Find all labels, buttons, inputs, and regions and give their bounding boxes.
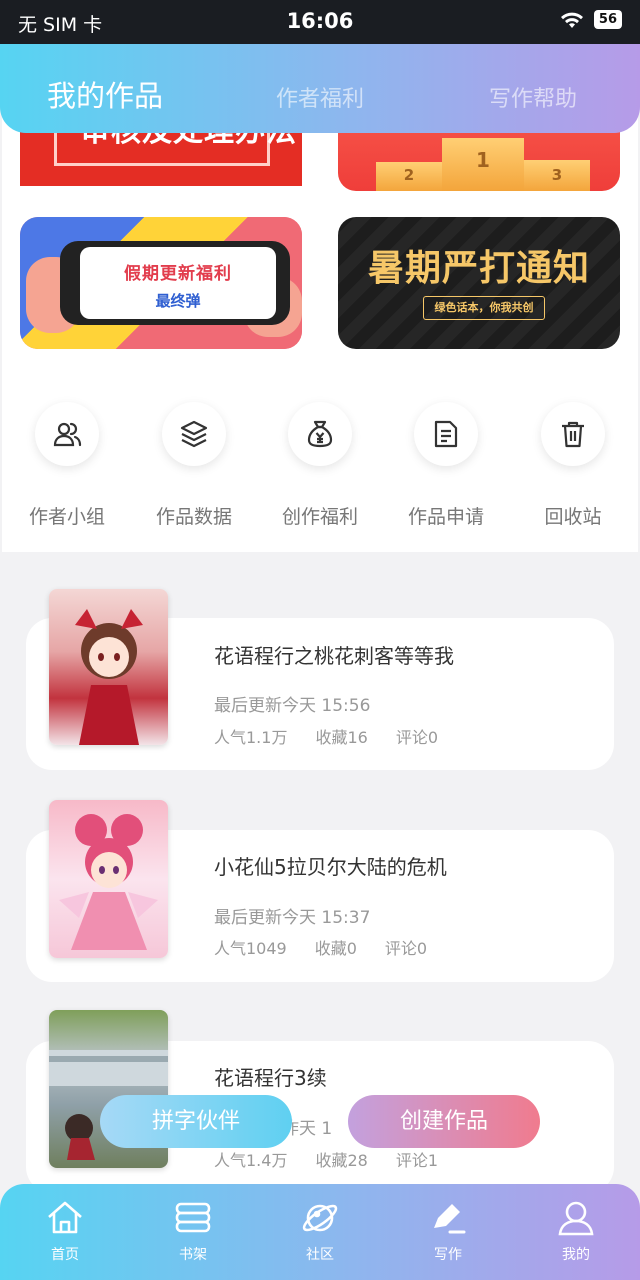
podium-second: 2 (376, 162, 442, 191)
banner-summer-subtitle: 绿色话本，你我共创 (423, 296, 545, 320)
person-icon (558, 1201, 594, 1236)
work-stats: 人气1.4万 收藏28 评论1 (214, 1147, 438, 1171)
work-cover-image[interactable] (49, 800, 168, 958)
wifi-icon (560, 12, 583, 28)
home-icon (48, 1201, 82, 1234)
favorites-count: 收藏28 (315, 1151, 368, 1170)
phone-illustration: 假期更新福利 最终弹 (60, 241, 290, 325)
create-work-button[interactable]: 创建作品 (348, 1095, 540, 1148)
popularity-count: 人气1049 (214, 939, 287, 958)
tab-me[interactable]: 我的 (521, 1198, 631, 1264)
pen-icon (434, 1204, 466, 1234)
work-stats: 人气1.1万 收藏16 评论0 (214, 724, 438, 748)
document-icon (434, 420, 458, 448)
carrier-text: 无 SIM 卡 (18, 14, 103, 36)
comments-count: 评论1 (395, 1151, 439, 1170)
tab-home[interactable]: 首页 (10, 1198, 120, 1264)
quick-action-recycle-bin[interactable]: 回收站 (508, 402, 638, 529)
popularity-count: 人气1.4万 (214, 1151, 288, 1170)
favorites-count: 收藏16 (315, 728, 368, 747)
quick-action-creator-benefits[interactable]: 创作福利 (255, 402, 385, 529)
bookshelf-icon (175, 1202, 211, 1233)
podium-third: 3 (524, 160, 590, 191)
work-updated: 最后更新今天 15:37 (214, 908, 371, 928)
work-stats: 人气1049 收藏0 评论0 (214, 935, 427, 959)
quick-action-work-application[interactable]: 作品申请 (381, 402, 511, 529)
planet-icon (302, 1204, 338, 1232)
work-title[interactable]: 花语程行之桃花刺客等等我 (214, 640, 454, 669)
tab-write[interactable]: 写作 (393, 1198, 503, 1264)
tab-author-benefits[interactable]: 作者福利 (276, 81, 364, 113)
work-title[interactable]: 花语程行3续 (214, 1062, 327, 1091)
work-cover-image[interactable] (49, 589, 168, 745)
banner-holiday-title: 假期更新福利 (124, 264, 232, 284)
bottom-tab-bar: 首页 书架 社区 写作 我的 (0, 1184, 640, 1280)
favorites-count: 收藏0 (314, 939, 357, 958)
status-bar: 无 SIM 卡 16:06 56 (0, 0, 640, 44)
comments-count: 评论0 (395, 728, 439, 747)
group-icon (53, 422, 82, 447)
quick-action-author-group[interactable]: 作者小组 (2, 402, 132, 529)
popularity-count: 人气1.1万 (214, 728, 288, 747)
quick-action-work-data[interactable]: 作品数据 (129, 402, 259, 529)
top-tabs: 我的作品 作者福利 写作帮助 (0, 43, 640, 133)
banner-summer-notice[interactable]: 暑期严打通知 绿色话本，你我共创 (338, 217, 620, 349)
work-title[interactable]: 小花仙5拉贝尔大陆的危机 (214, 851, 447, 880)
work-updated: 最后更新今天 15:56 (214, 696, 371, 716)
tab-my-works[interactable]: 我的作品 (47, 73, 163, 115)
money-bag-icon (307, 420, 333, 448)
trash-icon (562, 421, 584, 448)
tab-community[interactable]: 社区 (265, 1198, 375, 1264)
banner-holiday-update[interactable]: 假期更新福利 最终弹 (20, 217, 302, 349)
battery-indicator: 56 (593, 10, 622, 29)
tab-writing-help[interactable]: 写作帮助 (489, 81, 577, 113)
banner-summer-title: 暑期严打通知 (367, 248, 590, 289)
tab-bookshelf[interactable]: 书架 (138, 1198, 248, 1264)
comments-count: 评论0 (384, 939, 428, 958)
layers-icon (180, 420, 208, 448)
banner-holiday-subtitle: 最终弹 (155, 292, 201, 310)
podium-first: 1 (442, 138, 524, 191)
partner-button[interactable]: 拼字伙伴 (100, 1095, 292, 1148)
